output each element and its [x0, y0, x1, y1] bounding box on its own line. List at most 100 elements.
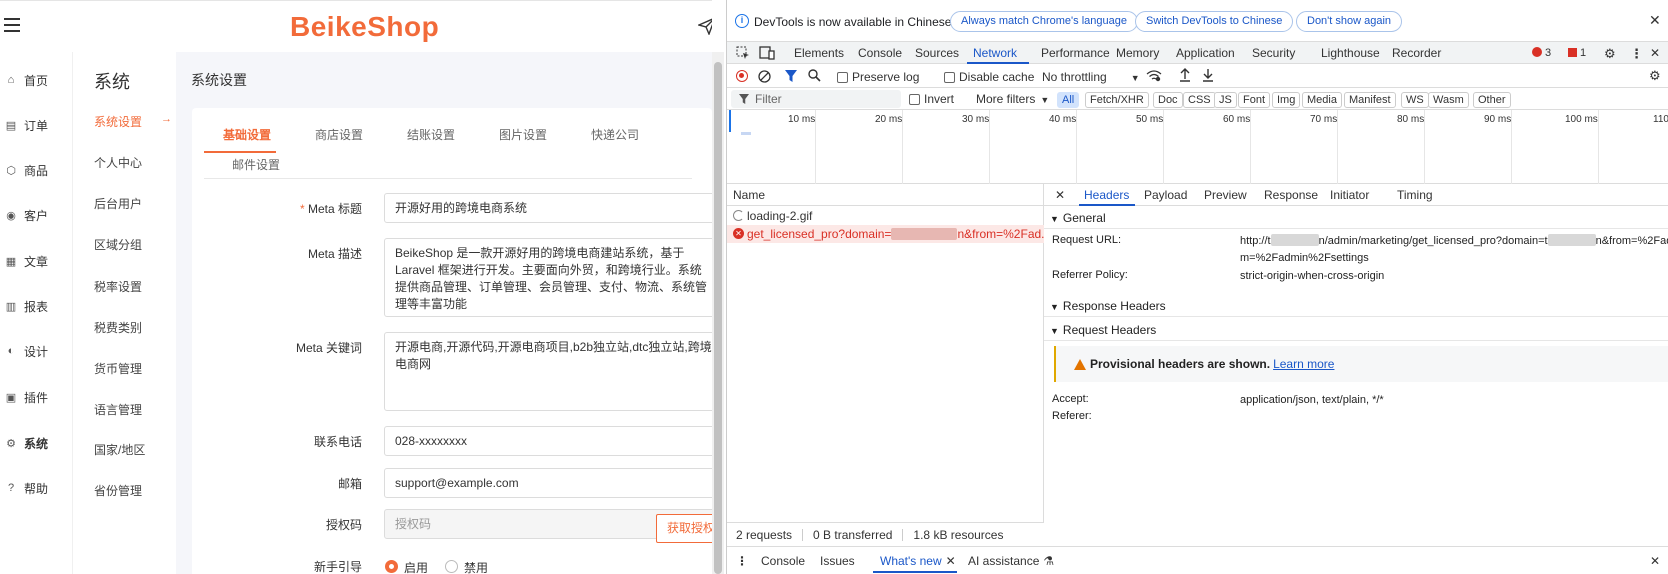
sub-item-tax-classes[interactable]: 税费类别 — [94, 319, 142, 336]
tab-sources[interactable]: Sources — [915, 46, 959, 60]
tab-preview[interactable]: Preview — [1204, 188, 1247, 202]
name-column-header[interactable]: Name — [727, 184, 1044, 206]
error-count-badge[interactable]: 3 — [1532, 47, 1551, 59]
network-settings-gear-icon[interactable]: ⚙ — [1649, 68, 1661, 84]
sub-item-countries[interactable]: 国家/地区 — [94, 441, 145, 458]
tab-performance[interactable]: Performance — [1041, 46, 1110, 60]
hamburger-menu-icon[interactable] — [4, 18, 20, 32]
sub-item-tax-rates[interactable]: 税率设置 — [94, 278, 142, 295]
switch-chinese-button[interactable]: Switch DevTools to Chinese — [1135, 11, 1294, 32]
tab-checkout[interactable]: 结账设置 — [407, 126, 455, 143]
network-timeline[interactable]: 10 ms 20 ms 30 ms 40 ms 50 ms 60 ms 70 m… — [727, 110, 1668, 184]
response-headers-section-header[interactable]: ▼ Response Headers — [1044, 295, 1668, 317]
tab-security[interactable]: Security — [1252, 46, 1295, 60]
nav-design[interactable]: ◐ 设计 — [0, 335, 72, 367]
close-devtools-icon[interactable]: ✕ — [1650, 46, 1660, 60]
sub-item-languages[interactable]: 语言管理 — [94, 401, 142, 418]
meta-desc-textarea[interactable]: BeikeShop 是一款开源好用的跨境电商建站系统，基于 Laravel 框架… — [384, 238, 712, 317]
close-tab-icon[interactable]: ✕ — [946, 554, 956, 568]
sub-item-provinces[interactable]: 省份管理 — [94, 482, 142, 499]
tab-timing[interactable]: Timing — [1397, 188, 1433, 202]
meta-title-input[interactable]: 开源好用的跨境电商系统 — [384, 193, 712, 223]
match-language-button[interactable]: Always match Chrome's language — [950, 11, 1138, 32]
type-filter-ws[interactable]: WS — [1401, 92, 1429, 108]
type-filter-js[interactable]: JS — [1214, 92, 1237, 108]
nav-plugins[interactable]: ▣ 插件 — [0, 381, 72, 413]
filter-input[interactable]: Filter — [731, 90, 901, 108]
type-filter-manifest[interactable]: Manifest — [1344, 92, 1396, 108]
type-filter-all[interactable]: All — [1057, 92, 1080, 108]
drawer-tab-issues[interactable]: Issues — [820, 554, 855, 568]
nav-orders[interactable]: ▤ 订单 — [0, 109, 72, 141]
email-input[interactable]: support@example.com — [384, 468, 712, 498]
record-stop-icon[interactable] — [736, 70, 748, 82]
sub-item-currencies[interactable]: 货币管理 — [94, 360, 142, 377]
nav-system[interactable]: ⚙ 系统 — [0, 427, 72, 459]
tab-recorder[interactable]: Recorder — [1392, 46, 1441, 60]
type-filter-font[interactable]: Font — [1238, 92, 1271, 108]
tab-image[interactable]: 图片设置 — [499, 126, 547, 143]
guide-disable-radio[interactable] — [445, 560, 458, 573]
nav-home[interactable]: ⌂ 首页 — [0, 64, 72, 96]
type-filter-fetch-xhr[interactable]: Fetch/XHR — [1085, 92, 1149, 108]
get-license-button[interactable]: 获取授权 — [656, 514, 712, 543]
search-icon[interactable] — [808, 69, 821, 82]
scrollbar-thumb[interactable] — [714, 62, 722, 574]
drawer-menu-icon[interactable]: ⋮ — [736, 554, 748, 568]
type-filter-media[interactable]: Media — [1302, 92, 1342, 108]
tab-network[interactable]: Network — [973, 46, 1017, 60]
type-filter-other[interactable]: Other — [1473, 92, 1511, 108]
tab-store[interactable]: 商店设置 — [315, 126, 363, 143]
sub-item-system-settings[interactable]: 系统设置 — [94, 113, 142, 130]
more-filters-dropdown[interactable]: More filters ▼ — [976, 92, 1049, 106]
dont-show-button[interactable]: Don't show again — [1296, 11, 1403, 32]
tab-elements[interactable]: Elements — [794, 46, 844, 60]
type-filter-doc[interactable]: Doc — [1153, 92, 1183, 108]
tab-shipping[interactable]: 快递公司 — [591, 126, 639, 143]
tab-console[interactable]: Console — [858, 46, 902, 60]
general-section-header[interactable]: ▼ General — [1044, 207, 1668, 229]
disable-cache-checkbox[interactable]: Disable cache — [944, 70, 1034, 84]
sub-item-profile[interactable]: 个人中心 — [94, 154, 142, 171]
tab-response[interactable]: Response — [1264, 188, 1318, 202]
request-headers-section-header[interactable]: ▼ Request Headers — [1044, 319, 1668, 341]
drawer-tab-whats-new[interactable]: What's new ✕ — [880, 554, 956, 568]
tab-mail[interactable]: 邮件设置 — [232, 156, 280, 173]
nav-products[interactable]: ⬡ 商品 — [0, 154, 72, 186]
meta-keywords-textarea[interactable]: 开源电商,开源代码,开源电商项目,b2b独立站,dtc独立站,跨境电商网 — [384, 332, 712, 411]
device-toolbar-icon[interactable] — [759, 46, 775, 60]
filter-funnel-icon[interactable] — [785, 70, 797, 82]
tab-initiator[interactable]: Initiator — [1330, 188, 1369, 202]
close-infobar-icon[interactable]: ✕ — [1649, 12, 1661, 29]
tab-memory[interactable]: Memory — [1116, 46, 1159, 60]
tab-headers[interactable]: Headers — [1084, 188, 1129, 202]
inspect-element-icon[interactable] — [736, 46, 750, 60]
page-scrollbar[interactable] — [712, 52, 724, 574]
nav-articles[interactable]: ▦ 文章 — [0, 245, 72, 277]
tab-lighthouse[interactable]: Lighthouse — [1321, 46, 1380, 60]
drawer-tab-console[interactable]: Console — [761, 554, 805, 568]
import-har-icon[interactable] — [1179, 68, 1191, 82]
nav-customers[interactable]: ◉ 客户 — [0, 199, 72, 231]
logo[interactable]: BeikeShop — [290, 11, 439, 43]
nav-reports[interactable]: ▥ 报表 — [0, 290, 72, 322]
type-filter-img[interactable]: Img — [1272, 92, 1301, 108]
preserve-log-checkbox[interactable]: Preserve log — [837, 70, 919, 84]
sub-item-zones[interactable]: 区域分组 — [94, 236, 142, 253]
network-conditions-icon[interactable] — [1146, 69, 1162, 82]
close-detail-icon[interactable]: ✕ — [1055, 188, 1065, 202]
nav-help[interactable]: ? 帮助 — [0, 472, 72, 504]
close-drawer-icon[interactable]: ✕ — [1650, 554, 1660, 568]
phone-input[interactable]: 028-xxxxxxxx — [384, 426, 712, 456]
request-row[interactable]: loading-2.gif — [727, 207, 1044, 225]
more-options-icon[interactable]: ⋮ — [1630, 46, 1643, 62]
sub-item-admin-users[interactable]: 后台用户 — [94, 195, 142, 212]
tab-application[interactable]: Application — [1176, 46, 1235, 60]
throttling-select[interactable]: No throttling ▼ — [1042, 70, 1140, 84]
send-icon[interactable] — [698, 17, 712, 35]
issue-count-badge[interactable]: 1 — [1568, 47, 1586, 59]
learn-more-link[interactable]: Learn more — [1273, 357, 1334, 371]
tab-payload[interactable]: Payload — [1144, 188, 1187, 202]
type-filter-wasm[interactable]: Wasm — [1428, 92, 1469, 108]
settings-gear-icon[interactable]: ⚙ — [1604, 46, 1616, 62]
